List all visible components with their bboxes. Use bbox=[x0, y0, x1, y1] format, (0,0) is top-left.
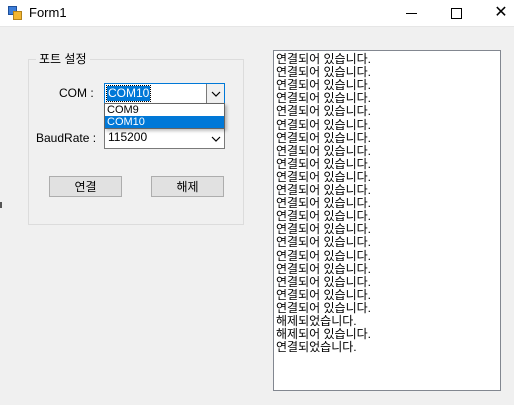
log-line: 연결되어 있습니다. bbox=[276, 183, 371, 197]
log-line: 연결되어 있습니다. bbox=[276, 222, 371, 237]
minimize-icon bbox=[405, 12, 417, 14]
log-line: 연결되어 있습니다. bbox=[276, 248, 371, 263]
log-line: 연결되어 있습니다. bbox=[276, 91, 371, 106]
baudrate-label: BaudRate : bbox=[36, 131, 97, 145]
log-line: 연결되어 있습니다. bbox=[276, 130, 371, 145]
com-option-com9[interactable]: COM9 bbox=[105, 104, 224, 116]
log-line: 연결되어 있습니다. bbox=[276, 156, 371, 171]
connect-button[interactable]: 연결 bbox=[49, 176, 122, 197]
maximize-button[interactable] bbox=[437, 0, 475, 26]
log-textbox[interactable]: 연결되어 있습니다. 연결되어 있습니다. 연결되어 있습니다. 연결되어 있습니다.… bbox=[273, 50, 501, 391]
log-line: 연결되어 있습니다. bbox=[276, 300, 371, 315]
port-settings-label: 포트 설정 bbox=[36, 50, 90, 67]
log-line: 연결되었습니다. bbox=[276, 340, 357, 355]
baudrate-combobox[interactable]: 115200 bbox=[104, 128, 225, 149]
disconnect-button[interactable]: 해제 bbox=[151, 176, 224, 197]
app-icon bbox=[8, 6, 22, 20]
close-button[interactable]: ✕ bbox=[482, 0, 514, 26]
com-selected-value: COM10 bbox=[105, 85, 152, 102]
baudrate-dropdown-button[interactable] bbox=[207, 129, 224, 148]
log-line: 연결되어 있습니다. bbox=[276, 169, 371, 184]
log-line: 해제되어 있습니다. bbox=[276, 327, 371, 342]
title-bar: Form1 ✕ bbox=[0, 0, 514, 27]
log-line: 연결되어 있습니다. bbox=[276, 117, 371, 132]
window-edge-mark bbox=[0, 202, 2, 208]
com-label: COM : bbox=[59, 86, 94, 100]
baudrate-selected-value: 115200 bbox=[108, 130, 148, 144]
chevron-down-icon bbox=[211, 136, 220, 142]
log-line: 연결되어 있습니다. bbox=[276, 65, 371, 80]
chevron-down-icon bbox=[211, 91, 220, 97]
com-dropdown-button[interactable] bbox=[206, 84, 224, 103]
close-icon: ✕ bbox=[494, 4, 508, 21]
maximize-icon bbox=[450, 7, 462, 19]
log-line: 연결되어 있습니다. bbox=[276, 287, 371, 302]
log-line: 해제되었습니다. bbox=[276, 314, 357, 328]
window-title: Form1 bbox=[29, 5, 67, 20]
com-combobox[interactable]: COM10 bbox=[104, 83, 225, 104]
com-dropdown-list: COM9 COM10 bbox=[104, 103, 225, 129]
log-line: 연결되어 있습니다. bbox=[276, 104, 371, 119]
com-option-com10[interactable]: COM10 bbox=[105, 116, 224, 128]
log-line: 연결되어 있습니다. bbox=[276, 196, 371, 211]
log-line: 연결되어 있습니다. bbox=[276, 235, 371, 250]
log-line: 연결되어 있습니다. bbox=[276, 274, 371, 289]
log-line: 연결되어 있습니다. bbox=[276, 143, 371, 158]
log-line: 연결되어 있습니다. bbox=[276, 209, 371, 224]
log-line: 연결되어 있습니다. bbox=[276, 52, 371, 66]
log-line: 연결되어 있습니다. bbox=[276, 78, 371, 93]
minimize-button[interactable] bbox=[392, 0, 430, 26]
log-line: 연결되어 있습니다. bbox=[276, 261, 371, 276]
